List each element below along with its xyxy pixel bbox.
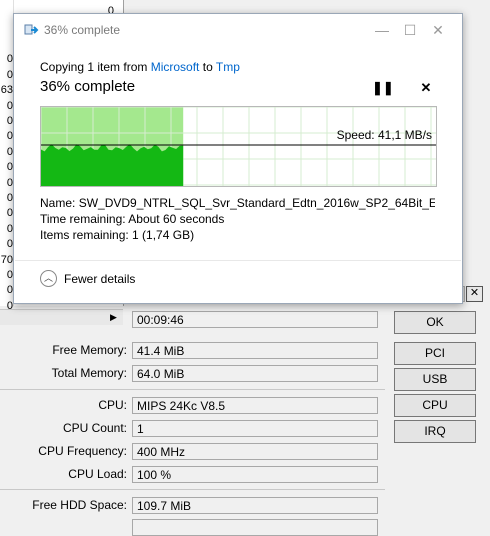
maximize-icon[interactable]: ☐: [400, 20, 420, 40]
scroll-right-icon[interactable]: ▶: [108, 312, 119, 323]
items-value: 1 (1,74 GB): [132, 228, 195, 242]
window-title: 36% complete: [44, 23, 121, 37]
source-link[interactable]: Microsoft: [151, 60, 200, 74]
copy-progress-dialog: 36% complete — ☐ ✕ Copying 1 item from M…: [13, 13, 463, 304]
copy-description: Copying 1 item from Microsoft to Tmp: [40, 60, 240, 74]
list-row-label: 0: [6, 222, 13, 235]
minimize-icon[interactable]: —: [372, 20, 392, 40]
speed-graph: Speed: 41,1 MB/s: [40, 106, 437, 187]
list-row-label: 0: [6, 130, 13, 143]
list-row-label: 0: [6, 238, 13, 251]
name-value: SW_DVD9_NTRL_SQL_Svr_Standard_Edtn_2016w…: [78, 196, 435, 210]
time-label: Time remaining:: [40, 212, 126, 226]
cpu-field: MIPS 24Kc V8.5: [132, 397, 378, 414]
separator: [0, 489, 385, 490]
cpu-count-field: 1: [132, 420, 378, 437]
list-row-label: 0: [6, 145, 13, 158]
cpu-label: CPU:: [98, 398, 127, 412]
fewer-details-label: Fewer details: [64, 272, 136, 286]
list-row-label: 70: [0, 253, 13, 266]
list-row-label: 0: [6, 176, 13, 189]
ok-button[interactable]: OK: [394, 311, 476, 334]
cpu-frequency-field: 400 MHz: [132, 443, 378, 460]
progress-status: 36% complete: [40, 78, 136, 95]
cpu-load-label: CPU Load:: [68, 467, 127, 481]
irq-button[interactable]: IRQ: [394, 420, 476, 443]
pause-icon[interactable]: ❚❚: [372, 80, 394, 96]
time-value: About 60 seconds: [128, 212, 225, 226]
name-row: Name: SW_DVD9_NTRL_SQL_Svr_Standard_Edtn…: [40, 196, 435, 210]
total-memory-field: 64.0 MiB: [132, 365, 378, 382]
divider: [15, 260, 461, 261]
cpu-count-label: CPU Count:: [62, 421, 127, 435]
destination-link[interactable]: Tmp: [216, 60, 240, 74]
chevron-up-icon: ︿: [40, 270, 57, 287]
list-row-label: 0: [6, 99, 13, 112]
time-row: Time remaining: About 60 seconds: [40, 212, 224, 226]
list-row-label: 0: [6, 192, 13, 204]
name-label: Name:: [40, 196, 76, 210]
free-memory-label: Free Memory:: [52, 343, 127, 357]
list-row-label: 0: [6, 68, 13, 81]
horizontal-scrollbar[interactable]: ▶: [0, 309, 123, 325]
list-row-label: 0: [6, 115, 13, 127]
total-memory-label: Total Memory:: [51, 366, 127, 380]
items-row: Items remaining: 1 (1,74 GB): [40, 228, 194, 242]
copy-mid: to: [199, 60, 216, 74]
copy-icon: [24, 23, 40, 37]
pci-button[interactable]: PCI: [394, 342, 476, 365]
title-bar[interactable]: 36% complete — ☐ ✕: [14, 14, 462, 46]
list-row-label: [0, 36, 13, 52]
list-row-label: 63: [0, 84, 13, 97]
items-label: Items remaining:: [40, 228, 129, 242]
uptime-field: 00:09:46: [132, 311, 378, 328]
copy-prefix: Copying 1 item from: [40, 60, 151, 74]
list-row-label: 0: [6, 269, 13, 281]
cpu-frequency-label: CPU Frequency:: [38, 444, 127, 458]
free-hdd-label: Free HDD Space:: [32, 498, 127, 512]
close-icon[interactable]: ✕: [466, 286, 483, 302]
cpu-load-field: 100 %: [132, 466, 378, 483]
separator: [0, 389, 385, 390]
free-memory-field: 41.4 MiB: [132, 342, 378, 359]
list-row-label: 0: [6, 207, 13, 220]
close-icon[interactable]: ✕: [428, 20, 448, 40]
list-row-label: 0: [6, 53, 13, 66]
speed-graph-svg: [41, 107, 436, 186]
free-hdd-field: 109.7 MiB: [132, 497, 378, 514]
usb-button[interactable]: USB: [394, 368, 476, 391]
list-row-label: 0: [6, 284, 13, 297]
list-row-label: 0: [6, 161, 13, 174]
cpu-button[interactable]: CPU: [394, 394, 476, 417]
speed-label: Speed: 41,1 MB/s: [336, 128, 432, 142]
close-icon[interactable]: ✕: [418, 80, 434, 96]
